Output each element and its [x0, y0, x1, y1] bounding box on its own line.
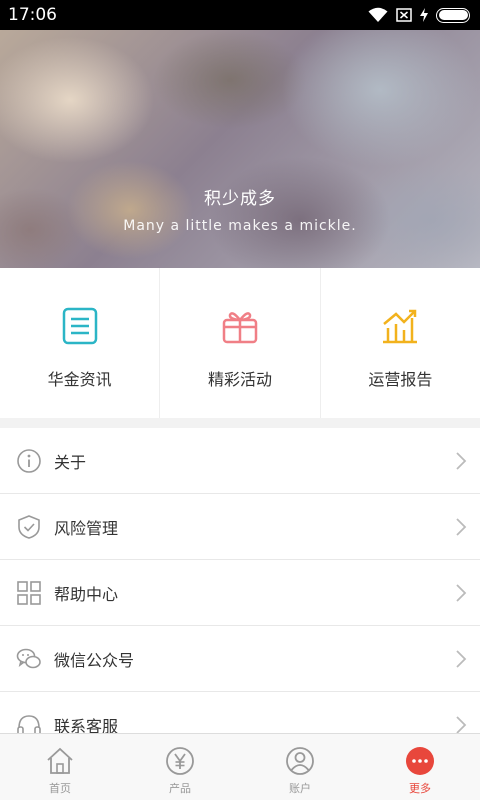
yen-icon [166, 747, 194, 775]
banner-title: 积少成多 [204, 189, 276, 209]
wechat-icon [16, 648, 41, 668]
tab-label: 更多 [409, 782, 431, 795]
menu-item-about[interactable]: 关于 [0, 428, 480, 494]
tab-more[interactable]: 更多 [360, 734, 480, 800]
banner[interactable]: 积少成多 Many a little makes a mickle. [0, 30, 480, 268]
menu-item-label: 帮助中心 [54, 584, 119, 604]
banner-subtitle: Many a little makes a mickle. [123, 218, 357, 234]
menu-item-label: 关于 [54, 452, 87, 472]
chevron-right-icon [456, 583, 467, 602]
tab-products[interactable]: 产品 [120, 734, 240, 800]
status-icons [368, 7, 470, 23]
chevron-right-icon [456, 517, 467, 536]
shield-icon [18, 514, 40, 539]
chart-icon [383, 309, 418, 344]
info-icon [17, 448, 41, 473]
quick-link-label: 精彩活动 [207, 370, 272, 389]
tab-label: 账户 [289, 782, 311, 795]
tab-label: 产品 [169, 782, 191, 795]
more-icon [406, 747, 434, 775]
tab-bar: 首页 产品 账户 更多 [0, 733, 480, 800]
settings-menu: 关于 风险管理 帮助中心 微信公众号 联系客服 [0, 428, 480, 758]
chevron-right-icon [456, 451, 467, 470]
home-icon [47, 747, 73, 774]
sim-icon [396, 8, 412, 22]
grid-icon [17, 580, 41, 605]
quick-link-label: 华金资讯 [47, 370, 112, 389]
quick-links: 华金资讯 精彩活动 运营报告 [0, 268, 480, 418]
wifi-icon [368, 7, 388, 22]
chevron-right-icon [456, 715, 467, 734]
quick-link-news[interactable]: 华金资讯 [0, 268, 161, 418]
status-bar: 17:06 [0, 0, 480, 30]
quick-link-label: 运营报告 [368, 370, 433, 389]
document-icon [62, 307, 97, 345]
status-time: 17:06 [8, 5, 57, 25]
menu-item-label: 微信公众号 [54, 650, 135, 670]
menu-item-help-center[interactable]: 帮助中心 [0, 560, 480, 626]
charging-icon [420, 8, 428, 22]
quick-link-reports[interactable]: 运营报告 [321, 268, 480, 418]
menu-item-wechat[interactable]: 微信公众号 [0, 626, 480, 692]
tab-account[interactable]: 账户 [240, 734, 360, 800]
gift-icon [222, 312, 258, 344]
tab-home[interactable]: 首页 [0, 734, 120, 800]
chevron-right-icon [456, 649, 467, 668]
quick-link-activities[interactable]: 精彩活动 [160, 268, 321, 418]
menu-item-risk-management[interactable]: 风险管理 [0, 494, 480, 560]
user-icon [286, 747, 314, 775]
tab-label: 首页 [49, 782, 71, 795]
menu-item-label: 风险管理 [54, 518, 119, 538]
battery-icon [436, 7, 470, 23]
